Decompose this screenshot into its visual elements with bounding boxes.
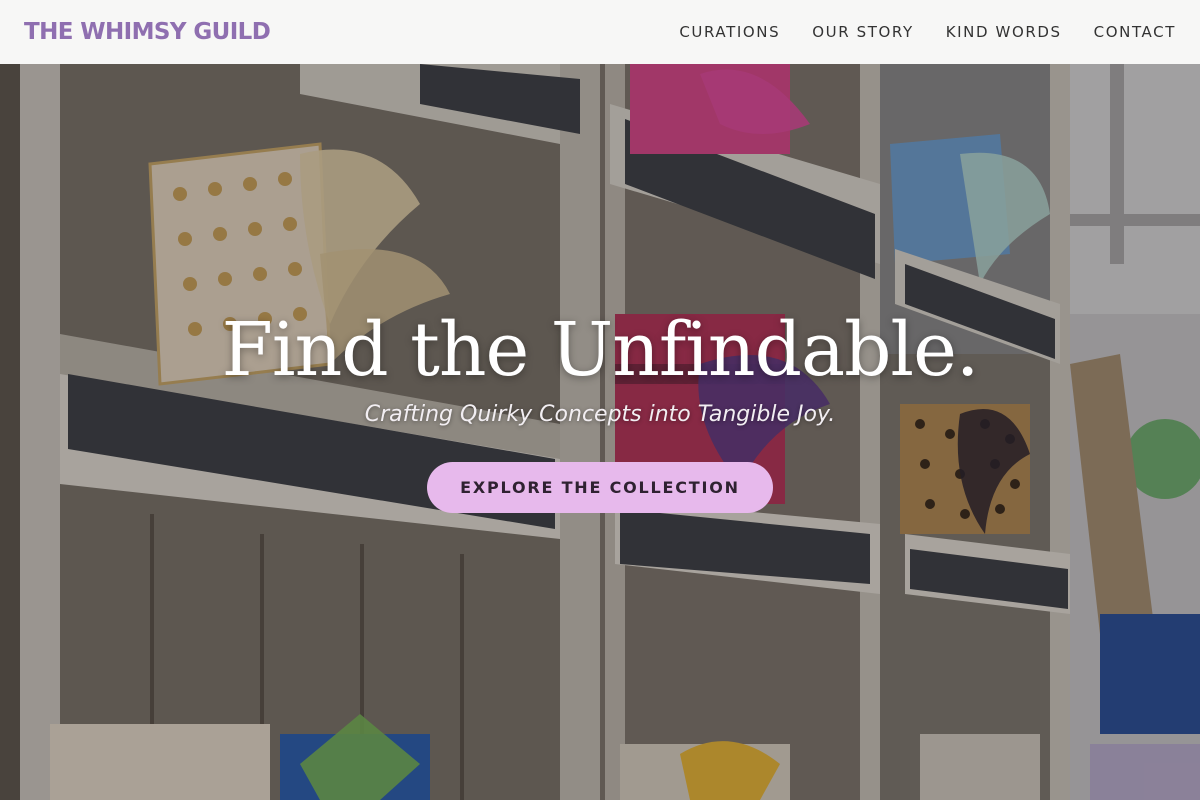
hero-subtitle: Crafting Quirky Concepts into Tangible J…: [364, 402, 836, 427]
nav-link-our-story[interactable]: OUR STORY: [812, 23, 914, 41]
hero-content: Find the Unfindable. Crafting Quirky Con…: [0, 310, 1200, 513]
hero-section: Find the Unfindable. Crafting Quirky Con…: [0, 64, 1200, 800]
hero-title: Find the Unfindable.: [221, 307, 980, 393]
nav-link-curations[interactable]: CURATIONS: [679, 23, 780, 41]
nav-link-contact[interactable]: CONTACT: [1094, 23, 1176, 41]
nav-link-kind-words[interactable]: KIND WORDS: [946, 23, 1062, 41]
site-header: THE WHIMSY GUILD CURATIONS OUR STORY KIN…: [0, 0, 1200, 64]
brand-logo[interactable]: THE WHIMSY GUILD: [24, 19, 271, 45]
main-nav: CURATIONS OUR STORY KIND WORDS CONTACT: [647, 23, 1176, 41]
explore-collection-button[interactable]: EXPLORE THE COLLECTION: [427, 462, 773, 513]
